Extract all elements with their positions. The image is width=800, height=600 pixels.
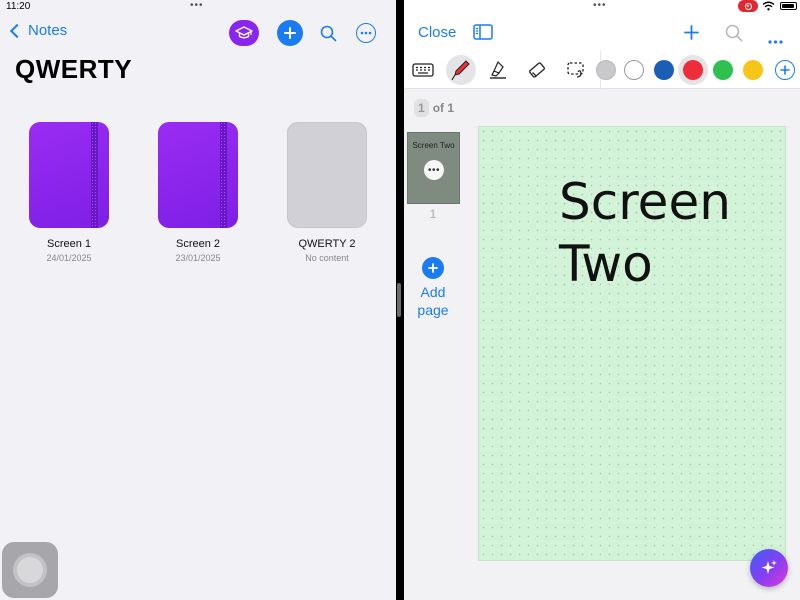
keyboard-icon xyxy=(412,63,434,77)
plus-icon xyxy=(428,263,438,273)
split-view-divider-handle[interactable] xyxy=(397,283,401,317)
color-swatch-blue[interactable] xyxy=(654,60,674,80)
add-page-label[interactable]: Add page xyxy=(404,283,462,319)
thumbnail-more-icon[interactable]: ••• xyxy=(424,160,444,180)
notebook-cover xyxy=(158,122,238,228)
page-thumbnail[interactable]: Screen Two ••• xyxy=(407,132,460,204)
search-icon xyxy=(320,25,336,41)
sidebar-toggle-button[interactable] xyxy=(473,24,493,45)
screen-recording-indicator xyxy=(738,0,758,12)
lasso-icon xyxy=(567,62,584,78)
keyboard-tool-button[interactable] xyxy=(408,55,438,85)
search-button[interactable] xyxy=(725,24,743,47)
plus-icon xyxy=(684,25,699,40)
ai-assistant-button[interactable] xyxy=(750,549,788,587)
back-button[interactable]: Notes xyxy=(9,22,68,39)
plus-icon xyxy=(284,27,296,39)
color-swatch-green[interactable] xyxy=(713,60,733,80)
current-page-number: 1 xyxy=(414,99,429,117)
note-canvas-area: Screen Two xyxy=(464,89,800,600)
notes-library-pane: 11:20 ••• Notes QWERTY Screen 1 24/01/20… xyxy=(0,0,396,600)
color-swatch-white[interactable] xyxy=(624,60,644,80)
add-notebook-button[interactable] xyxy=(277,20,303,46)
thumbnail-text: Screen Two xyxy=(412,141,455,150)
thumbnail-page-number: 1 xyxy=(429,207,437,221)
notebook-cover xyxy=(287,122,367,228)
search-button[interactable] xyxy=(318,23,338,43)
close-button[interactable]: Close xyxy=(418,24,456,41)
highlighter-tool-button[interactable] xyxy=(484,55,514,85)
plus-icon xyxy=(780,65,790,75)
pen-tool-button[interactable] xyxy=(446,55,476,85)
color-swatch-gray[interactable] xyxy=(596,60,616,80)
split-screen: 11:20 ••• Notes QWERTY Screen 1 24/01/20… xyxy=(0,0,800,600)
notebook-screen-2[interactable] xyxy=(158,122,238,230)
eraser-icon xyxy=(529,62,545,78)
notebook-name: QWERTY 2 xyxy=(298,238,356,250)
wifi-icon xyxy=(762,1,775,11)
battery-icon xyxy=(780,2,797,10)
lasso-tool-button[interactable] xyxy=(561,55,591,85)
back-label: Notes xyxy=(28,22,68,39)
page-thumbnail-sidebar: 1 of 1 Screen Two ••• 1 Add page xyxy=(404,89,464,600)
color-swatch-yellow[interactable] xyxy=(743,60,763,80)
more-button[interactable] xyxy=(768,31,783,49)
note-page[interactable]: Screen Two xyxy=(478,126,786,561)
graduation-cap-button[interactable] xyxy=(229,20,259,46)
note-editor-pane: ••• Close 1 of 1 Screen Two ••• 1 Add pa… xyxy=(404,0,800,600)
more-icon xyxy=(360,31,372,35)
assistive-touch-icon xyxy=(17,557,43,583)
search-icon xyxy=(725,24,743,42)
page-indicator: 1 of 1 xyxy=(414,99,454,117)
page-title: QWERTY xyxy=(15,54,133,84)
add-page-button[interactable] xyxy=(422,257,444,279)
notebook-date: 24/01/2025 xyxy=(46,253,92,263)
add-color-button[interactable] xyxy=(775,60,795,80)
notebook-date: No content xyxy=(305,253,349,263)
chevron-left-icon xyxy=(9,23,25,38)
add-button[interactable] xyxy=(684,25,699,45)
notebook-cover xyxy=(29,122,109,228)
graduation-cap-icon xyxy=(235,26,253,39)
more-icon xyxy=(768,40,783,44)
color-swatch-red[interactable] xyxy=(683,60,703,80)
drawing-toolbar xyxy=(404,51,800,89)
multitask-dots-icon[interactable]: ••• xyxy=(190,1,204,11)
eraser-tool-button[interactable] xyxy=(522,55,552,85)
more-button[interactable] xyxy=(356,23,376,43)
notebook-name: Screen 1 xyxy=(46,238,92,250)
notebook-qwerty-2[interactable] xyxy=(287,122,367,230)
status-time: 11:20 xyxy=(6,1,31,12)
assistive-touch-button[interactable] xyxy=(2,542,58,598)
notebook-screen-1[interactable] xyxy=(29,122,109,230)
sparkles-icon xyxy=(761,560,777,574)
note-text[interactable]: Screen Two xyxy=(559,171,731,295)
notebook-name: Screen 2 xyxy=(175,238,221,250)
pen-icon xyxy=(451,60,470,81)
multitask-dots-icon[interactable]: ••• xyxy=(593,1,607,11)
notebook-date: 23/01/2025 xyxy=(175,253,221,263)
page-total: of 1 xyxy=(432,101,455,115)
sidebar-icon xyxy=(473,24,493,40)
highlighter-icon xyxy=(490,60,506,79)
